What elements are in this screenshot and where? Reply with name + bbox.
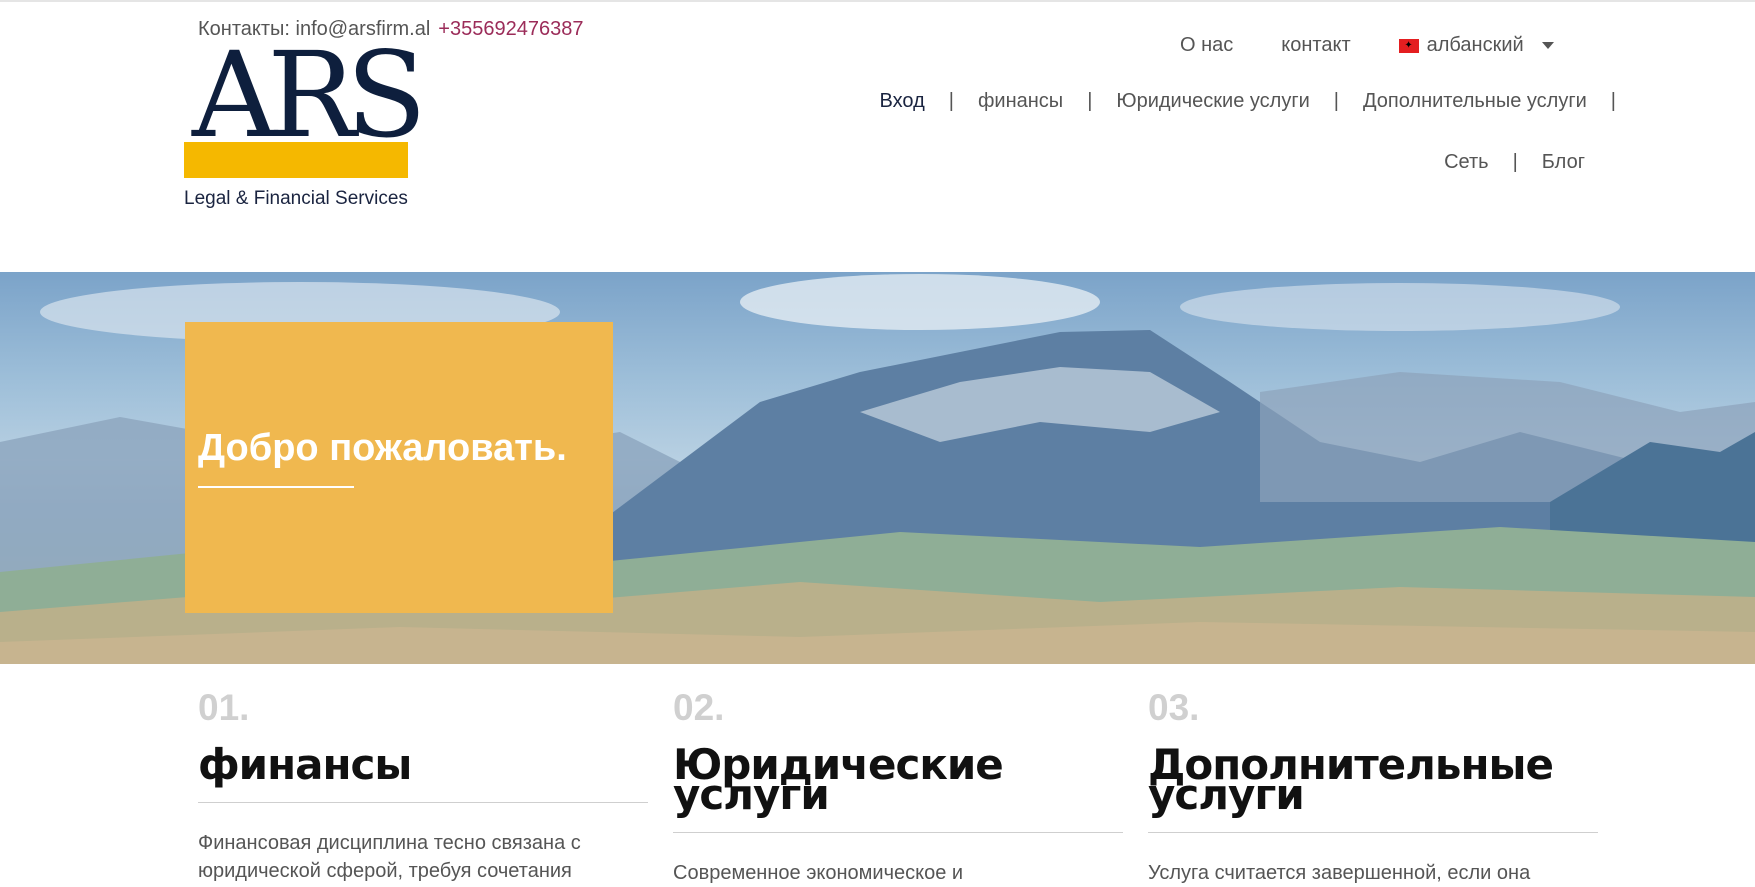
nav-finance[interactable]: финансы [978, 90, 1063, 113]
contacts-phone[interactable]: +355692476387 [438, 18, 583, 40]
top-border [0, 0, 1755, 2]
logo-letters: ARS [192, 26, 427, 164]
albania-flag-icon: ✦ [1398, 38, 1419, 53]
nav-network[interactable]: Сеть [1444, 151, 1488, 174]
service-column-legal: 02. Юридические услуги Современное эконо… [673, 686, 1123, 887]
chevron-down-icon [1541, 42, 1554, 49]
nav-separator: | [1333, 90, 1339, 112]
nav-contact[interactable]: контакт [1281, 34, 1350, 57]
service-text: Финансовая дисциплина тесно связана с юр… [198, 832, 581, 882]
hero-title: Добро пожаловать. [198, 427, 567, 469]
welcome-box: Добро пожаловать. [185, 322, 613, 613]
nav-blog[interactable]: Блог [1542, 151, 1585, 174]
service-title[interactable]: Дополнительные услуги [1148, 744, 1598, 816]
nav-separator: | [1610, 90, 1616, 112]
service-divider [673, 832, 1123, 833]
nav-additional[interactable]: Дополнительные услуги [1363, 90, 1587, 113]
main-nav: Вход | финансы | Юридические услуги | До… [880, 90, 1616, 113]
service-divider [198, 802, 648, 803]
logo-tagline: Legal & Financial Services [184, 188, 408, 209]
nav-about[interactable]: О нас [1180, 34, 1233, 57]
nav-legal[interactable]: Юридические услуги [1116, 90, 1309, 113]
service-number: 01. [198, 687, 250, 728]
service-column-finance: 01. финансы Финансовая дисциплина тесно … [198, 686, 648, 885]
service-column-additional: 03. Дополнительные услуги Услуга считает… [1148, 686, 1598, 887]
language-switcher[interactable]: ✦ албанский [1398, 34, 1554, 57]
nav-separator: | [1087, 90, 1093, 112]
nav-separator: | [1512, 151, 1518, 173]
service-text: Современное экономическое и [673, 862, 964, 884]
language-label: албанский [1426, 34, 1524, 56]
nav-home[interactable]: Вход [880, 90, 925, 113]
service-divider [1148, 832, 1598, 833]
service-title[interactable]: финансы [198, 744, 648, 786]
service-number: 02. [673, 687, 725, 728]
top-nav: О нас контакт ✦ албанский [1180, 34, 1554, 57]
hero-title-underline [198, 486, 354, 488]
main-nav-row-2: Сеть | Блог [1444, 151, 1585, 174]
service-title[interactable]: Юридические услуги [673, 744, 1123, 816]
service-text: Услуга считается завершенной, если она [1148, 862, 1531, 884]
nav-separator: | [948, 90, 954, 112]
service-number: 03. [1148, 687, 1200, 728]
site-logo[interactable]: ARS Legal & Financial Services [184, 36, 427, 210]
